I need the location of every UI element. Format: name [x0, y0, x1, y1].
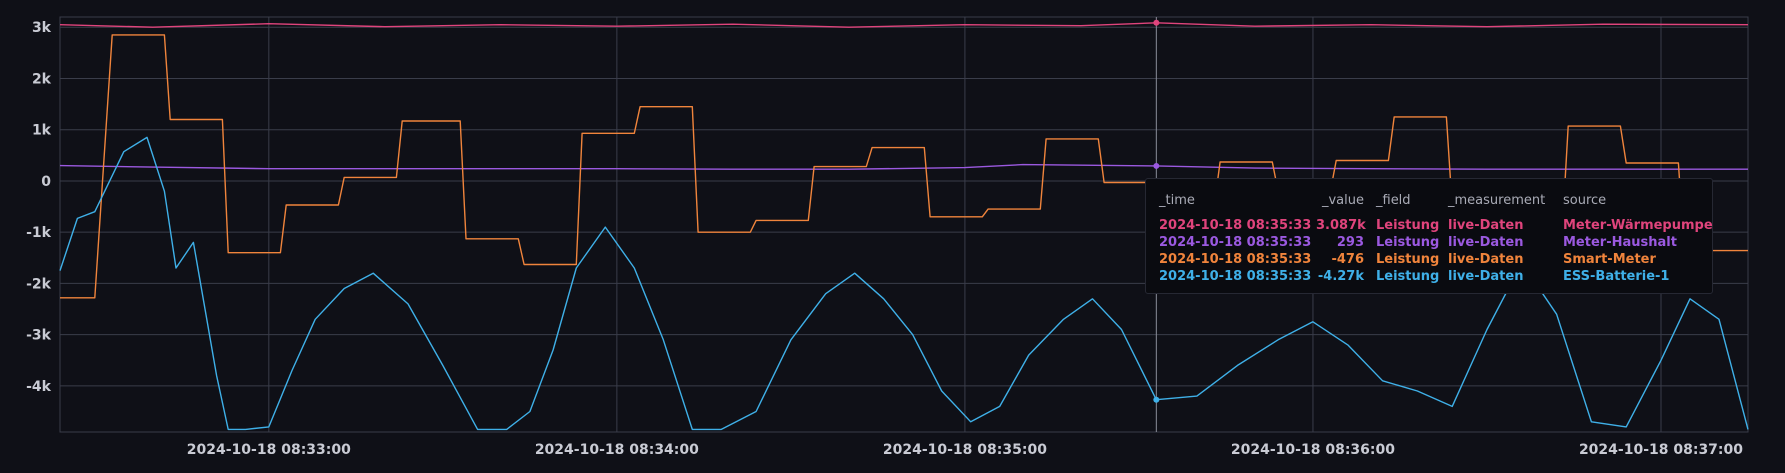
x-tick-label: 2024-10-18 08:36:00 — [1231, 442, 1395, 458]
x-tick-label: 2024-10-18 08:37:00 — [1579, 442, 1743, 458]
tooltip-measurement: live-Daten — [1448, 218, 1524, 233]
tooltip-source: Meter-Haushalt — [1563, 235, 1677, 250]
tooltip-time: 2024-10-18 08:35:33 — [1159, 235, 1312, 250]
y-tick-label: 0 — [41, 174, 51, 190]
hover-point — [1153, 162, 1160, 169]
y-tick-label: 3k — [32, 20, 52, 36]
x-axis-ticks: 2024-10-18 08:33:00 2024-10-18 08:34:00 20… — [187, 442, 1743, 458]
tooltip-header-source: source — [1563, 193, 1607, 208]
tooltip-source: Smart-Meter — [1563, 252, 1656, 267]
tooltip-source: Meter-Wärmepumpe — [1563, 218, 1713, 233]
tooltip-value: 293 — [1336, 235, 1364, 250]
tooltip-header-field: _field — [1376, 193, 1411, 208]
tooltip-measurement: live-Daten — [1448, 252, 1524, 267]
hover-point — [1153, 396, 1160, 403]
y-tick-label: -4k — [26, 379, 52, 395]
tooltip-time: 2024-10-18 08:35:33 — [1159, 218, 1312, 233]
series-line-meter-haushalt — [59, 163, 1748, 170]
y-tick-label: -3k — [26, 328, 52, 344]
tooltip-field: Leistung — [1376, 252, 1440, 267]
tooltip-value: 3.087k — [1316, 218, 1366, 233]
series-line-meter-w-rmepumpe — [59, 22, 1749, 28]
tooltip-value: -476 — [1331, 252, 1364, 267]
tooltip-time: 2024-10-18 08:35:33 — [1159, 269, 1312, 284]
y-axis-ticks: 3k 2k 1k 0 -1k -2k -3k -4k — [26, 20, 52, 395]
tooltip-field: Leistung — [1376, 218, 1440, 233]
tooltip-value: -4.27k — [1317, 269, 1364, 284]
tooltip-header-value: _value — [1321, 193, 1364, 208]
hover-tooltip: _time _value _field _measurement source … — [1145, 178, 1713, 294]
x-tick-label: 2024-10-18 08:35:00 — [883, 442, 1047, 458]
tooltip-time: 2024-10-18 08:35:33 — [1159, 252, 1312, 267]
tooltip-header-time: _time — [1159, 193, 1195, 208]
y-tick-label: -1k — [26, 225, 52, 241]
tooltip-field: Leistung — [1376, 269, 1440, 284]
tooltip-field: Leistung — [1376, 235, 1440, 250]
tooltip-measurement: live-Daten — [1448, 235, 1524, 250]
tooltip-header-measurement: _measurement — [1448, 193, 1546, 208]
y-tick-label: -2k — [26, 276, 52, 292]
tooltip-source: ESS-Batterie-1 — [1563, 269, 1670, 284]
x-tick-label: 2024-10-18 08:34:00 — [535, 442, 699, 458]
y-tick-label: 1k — [32, 123, 52, 139]
hover-point — [1153, 19, 1160, 26]
tooltip-measurement: live-Daten — [1448, 269, 1524, 284]
x-tick-label: 2024-10-18 08:33:00 — [187, 442, 351, 458]
y-tick-label: 2k — [32, 71, 52, 87]
